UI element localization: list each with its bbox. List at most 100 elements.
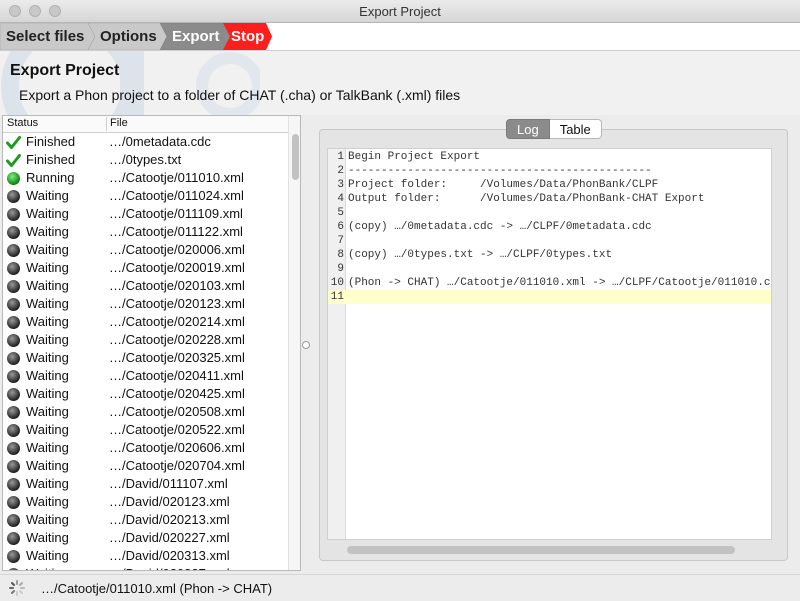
table-row[interactable]: Waiting …/David/011107.xml [3, 475, 288, 493]
line-number: 3 [337, 179, 344, 191]
line-number: 4 [337, 193, 344, 205]
waiting-icon [6, 297, 21, 312]
table-row[interactable]: Finished …/0types.txt [3, 151, 288, 169]
log-line: 2 ---------------------------------------… [328, 164, 771, 178]
row-status: Waiting [26, 386, 69, 401]
table-row[interactable]: Waiting …/Catootje/020019.xml [3, 259, 288, 277]
log-line: 7 [328, 234, 771, 248]
row-status: Waiting [26, 458, 69, 473]
table-row[interactable]: Finished …/0metadata.cdc [3, 133, 288, 151]
table-row[interactable]: Waiting …/Catootje/020508.xml [3, 403, 288, 421]
table-row[interactable]: Waiting …/David/020313.xml [3, 547, 288, 565]
row-status: Waiting [26, 548, 69, 563]
row-status: Waiting [26, 242, 69, 257]
row-status: Waiting [26, 422, 69, 437]
row-status: Waiting [26, 404, 69, 419]
row-status: Waiting [26, 350, 69, 365]
row-file: …/0metadata.cdc [109, 134, 211, 149]
waiting-icon [6, 477, 21, 492]
waiting-icon [6, 261, 21, 276]
table-body: Finished …/0metadata.cdc Finished …/0types.… [3, 133, 288, 570]
waiting-icon [6, 333, 21, 348]
waiting-icon [6, 189, 21, 204]
table-row[interactable]: Waiting …/Catootje/011024.xml [3, 187, 288, 205]
column-header-file[interactable]: File [106, 117, 128, 131]
row-file: …/Catootje/020325.xml [109, 350, 245, 365]
table-row[interactable]: Waiting …/Catootje/020006.xml [3, 241, 288, 259]
waiting-icon [6, 495, 21, 510]
window-titlebar: Export Project [0, 0, 800, 23]
line-number: 5 [337, 207, 344, 219]
log-line: 10 (Phon -> CHAT) …/Catootje/011010.xml -… [328, 276, 771, 290]
table-row[interactable]: Waiting …/Catootje/020425.xml [3, 385, 288, 403]
log-line: 8 (copy) …/0types.txt -> …/CLPF/0types.tx… [328, 248, 771, 262]
table-row[interactable]: Waiting …/Catootje/020606.xml [3, 439, 288, 457]
table-row[interactable]: Waiting …/David/020327.xml [3, 565, 288, 570]
tab-log[interactable]: Log [506, 119, 550, 139]
log-text-area[interactable]: 1 Begin Project Export 2 ------------------… [327, 148, 772, 540]
row-file: …/Catootje/020019.xml [109, 260, 245, 275]
wizard-breadcrumb: Select files Options Export Stop [0, 23, 800, 51]
waiting-icon [6, 459, 21, 474]
table-row[interactable]: Waiting …/Catootje/020704.xml [3, 457, 288, 475]
column-header-status[interactable]: Status [7, 117, 38, 129]
row-status: Waiting [26, 494, 69, 509]
table-scrollbar[interactable] [288, 116, 300, 570]
log-line: 6 (copy) …/0metadata.cdc -> …/CLPF/0metad… [328, 220, 771, 234]
table-row[interactable]: Waiting …/Catootje/011122.xml [3, 223, 288, 241]
line-number: 11 [330, 291, 344, 303]
waiting-icon [6, 207, 21, 222]
waiting-icon [6, 405, 21, 420]
log-line-text: ----------------------------------------… [348, 165, 652, 177]
table-row[interactable]: Waiting …/Catootje/020123.xml [3, 295, 288, 313]
row-file: …/Catootje/020704.xml [109, 458, 245, 473]
row-file: …/Catootje/011010.xml [109, 170, 244, 185]
status-message: …/Catootje/011010.xml (Phon -> CHAT) [41, 581, 273, 596]
tab-table[interactable]: Table [549, 119, 602, 139]
waiting-icon [6, 279, 21, 294]
step-options[interactable]: Options [94, 23, 162, 50]
row-status: Waiting [26, 278, 69, 293]
row-file: …/Catootje/020508.xml [109, 404, 245, 419]
log-line: 1 Begin Project Export [328, 150, 771, 164]
table-row[interactable]: Waiting …/Catootje/020411.xml [3, 367, 288, 385]
waiting-icon [6, 387, 21, 402]
table-row[interactable]: Waiting …/Catootje/020522.xml [3, 421, 288, 439]
table-row[interactable]: Waiting …/Catootje/020103.xml [3, 277, 288, 295]
table-row[interactable]: Waiting …/David/020227.xml [3, 529, 288, 547]
row-file: …/Catootje/020228.xml [109, 332, 245, 347]
row-file: …/David/020213.xml [109, 512, 230, 527]
row-status: Waiting [26, 296, 69, 311]
table-scrollbar-thumb[interactable] [292, 134, 299, 180]
status-bar: …/Catootje/011010.xml (Phon -> CHAT) [0, 574, 800, 601]
log-line-text: (copy) …/0types.txt -> …/CLPF/0types.txt [348, 249, 613, 261]
table-row[interactable]: Waiting …/Catootje/020228.xml [3, 331, 288, 349]
row-status: Waiting [26, 476, 69, 491]
row-status: Waiting [26, 530, 69, 545]
row-file: …/Catootje/020123.xml [109, 296, 245, 311]
table-row[interactable]: Waiting …/Catootje/020214.xml [3, 313, 288, 331]
stop-button[interactable]: Stop [227, 23, 269, 50]
waiting-icon [6, 513, 21, 528]
table-row[interactable]: Waiting …/David/020213.xml [3, 511, 288, 529]
line-number: 2 [337, 165, 344, 177]
row-file: …/David/020313.xml [109, 548, 230, 563]
table-row[interactable]: Running …/Catootje/011010.xml [3, 169, 288, 187]
waiting-icon [6, 351, 21, 366]
row-status: Waiting [26, 512, 69, 527]
file-status-table[interactable]: Status File Finished …/0metadata.cdc Finis… [2, 115, 301, 571]
table-row[interactable]: Waiting …/Catootje/011109.xml [3, 205, 288, 223]
row-file: …/Catootje/020006.xml [109, 242, 245, 257]
row-status: Waiting [26, 260, 69, 275]
row-file: …/David/020123.xml [109, 494, 230, 509]
log-horizontal-scrollbar[interactable] [347, 546, 735, 554]
row-file: …/David/020327.xml [109, 565, 230, 570]
line-number: 9 [337, 263, 344, 275]
table-row[interactable]: Waiting …/Catootje/020325.xml [3, 349, 288, 367]
log-line: 9 [328, 262, 771, 276]
step-select-files[interactable]: Select files [0, 23, 90, 50]
running-icon [6, 171, 21, 186]
split-pane-handle[interactable] [302, 341, 310, 349]
table-row[interactable]: Waiting …/David/020123.xml [3, 493, 288, 511]
row-status: Waiting [26, 188, 69, 203]
